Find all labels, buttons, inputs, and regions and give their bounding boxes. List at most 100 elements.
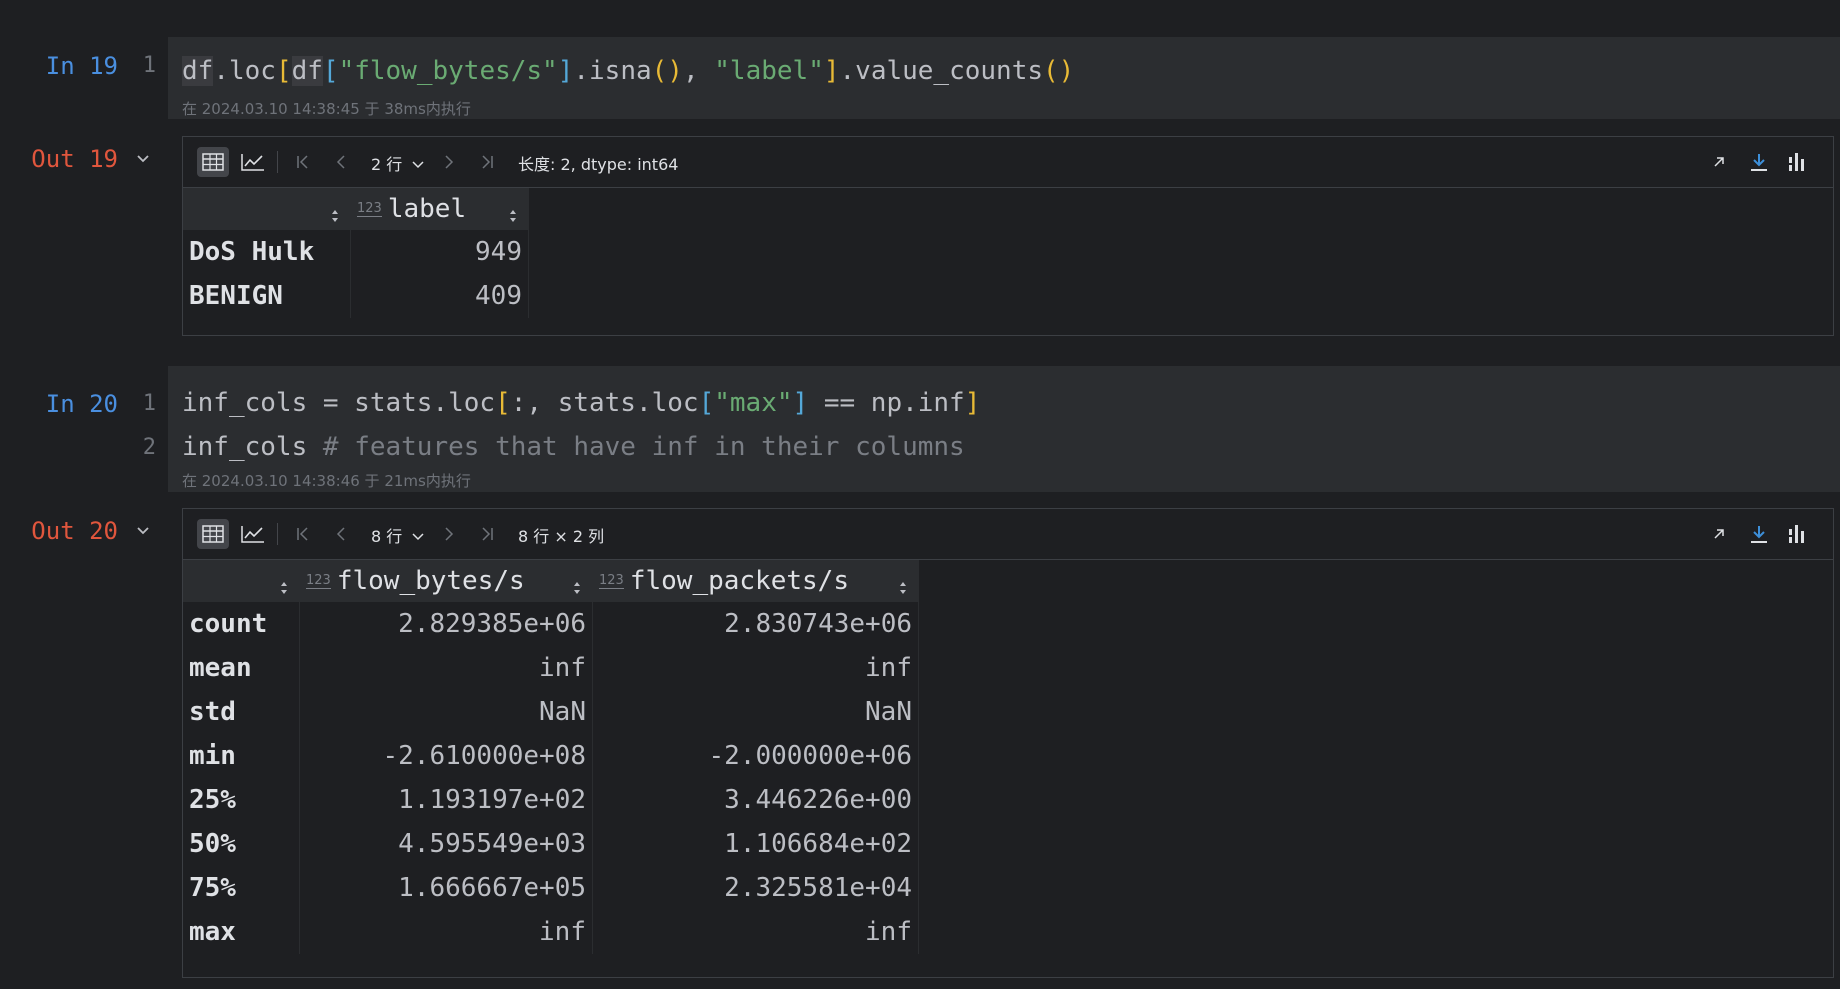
code-token: # features that have inf in their column… <box>322 432 965 462</box>
sort-icon[interactable] <box>279 573 289 594</box>
open-external-icon[interactable] <box>1703 147 1735 177</box>
code-line[interactable]: df.loc[df["flow_bytes/s"].isna(), "label… <box>182 56 1074 86</box>
table-cell[interactable]: 3.446226e+00 <box>592 778 919 822</box>
sort-icon[interactable] <box>508 201 518 222</box>
first-page-icon[interactable] <box>287 147 319 177</box>
table-cell[interactable]: inf <box>299 910 593 954</box>
code-token: ] <box>792 388 809 418</box>
table-row[interactable]: BENIGN 409 <box>183 274 529 318</box>
table-cell[interactable]: 1.666667e+05 <box>299 866 593 910</box>
row-index-label: count <box>183 602 300 646</box>
index-column-header[interactable] <box>183 560 300 602</box>
table-row[interactable]: std NaN NaN <box>183 690 919 734</box>
code-token: () <box>651 56 683 86</box>
out-prompt: Out 20 <box>31 517 118 545</box>
code-token: , <box>682 56 715 86</box>
result-info: 长度: 2, dtype: int64 <box>518 155 679 174</box>
sort-icon[interactable] <box>572 573 582 594</box>
table-cell[interactable]: NaN <box>299 690 593 734</box>
table-row[interactable]: count 2.829385e+06 2.830743e+06 <box>183 602 919 646</box>
row-index-label: DoS Hulk <box>183 230 351 274</box>
column-header[interactable]: 123 label <box>350 188 529 230</box>
table-cell[interactable]: 2.830743e+06 <box>592 602 919 646</box>
toolbar-separator <box>277 151 278 173</box>
column-settings-icon[interactable] <box>1781 147 1813 177</box>
table-cell[interactable]: 949 <box>350 230 529 274</box>
table-cell[interactable]: 2.325581e+04 <box>592 866 919 910</box>
chart-line-icon[interactable] <box>237 147 269 177</box>
code-token: inf_cols <box>182 432 323 462</box>
next-page-icon[interactable] <box>433 519 465 549</box>
table-icon[interactable] <box>197 147 229 177</box>
code-token: [ <box>495 388 511 418</box>
last-page-icon[interactable] <box>471 147 503 177</box>
result-info: 8 行 × 2 列 <box>518 527 605 546</box>
code-token: ] <box>557 56 574 86</box>
table-cell[interactable]: NaN <box>592 690 919 734</box>
rows-per-page-dropdown[interactable]: 2 行 <box>371 151 425 175</box>
code-token: inf_cols = stats.loc <box>182 388 496 418</box>
prev-page-icon[interactable] <box>325 147 357 177</box>
table-cell[interactable]: 4.595549e+03 <box>299 822 593 866</box>
code-cell-20[interactable]: inf_cols = stats.loc[:, stats.loc["max"]… <box>168 366 1840 492</box>
table-row[interactable]: 25% 1.193197e+02 3.446226e+00 <box>183 778 919 822</box>
column-settings-icon[interactable] <box>1781 519 1813 549</box>
first-page-icon[interactable] <box>287 519 319 549</box>
table-row[interactable]: 50% 4.595549e+03 1.106684e+02 <box>183 822 919 866</box>
download-icon[interactable] <box>1743 147 1775 177</box>
open-external-icon[interactable] <box>1703 519 1735 549</box>
line-number: 2 <box>142 435 156 460</box>
table-cell[interactable]: 1.193197e+02 <box>299 778 593 822</box>
table-row[interactable]: mean inf inf <box>183 646 919 690</box>
column-header-label: flow_bytes/s <box>336 566 525 596</box>
rows-per-page-label: 8 行 <box>371 527 403 546</box>
table-row[interactable]: min -2.610000e+08 -2.000000e+06 <box>183 734 919 778</box>
output-toolbar: 2 行 长度: 2, dtype: int64 <box>183 137 1833 188</box>
row-index-label: std <box>183 690 300 734</box>
collapse-chevron-icon[interactable] <box>134 522 152 540</box>
column-header[interactable]: 123 flow_bytes/s <box>299 560 593 602</box>
prev-page-icon[interactable] <box>325 519 357 549</box>
table-icon[interactable] <box>197 519 229 549</box>
code-cell-19[interactable]: df.loc[df["flow_bytes/s"].isna(), "label… <box>168 37 1840 119</box>
code-token: .isna <box>573 56 652 86</box>
collapse-chevron-icon[interactable] <box>134 150 152 168</box>
line-number: 1 <box>142 391 156 416</box>
last-page-icon[interactable] <box>471 519 503 549</box>
row-index-label: 75% <box>183 866 300 910</box>
row-index-label: 25% <box>183 778 300 822</box>
rows-per-page-label: 2 行 <box>371 155 403 174</box>
table-cell[interactable]: -2.610000e+08 <box>299 734 593 778</box>
table-cell[interactable]: inf <box>592 646 919 690</box>
row-index-label: 50% <box>183 822 300 866</box>
code-token: df <box>291 56 323 86</box>
row-index-label: max <box>183 910 300 954</box>
table-cell[interactable]: 1.106684e+02 <box>592 822 919 866</box>
table-row[interactable]: 75% 1.666667e+05 2.325581e+04 <box>183 866 919 910</box>
code-token: [ <box>275 56 292 86</box>
table-row[interactable]: max inf inf <box>183 910 919 954</box>
rows-per-page-dropdown[interactable]: 8 行 <box>371 523 425 547</box>
download-icon[interactable] <box>1743 519 1775 549</box>
code-token: .loc <box>213 56 276 86</box>
code-line[interactable]: inf_cols = stats.loc[:, stats.loc["max"]… <box>182 388 980 418</box>
code-token: :, stats.loc <box>510 388 699 418</box>
chart-line-icon[interactable] <box>237 519 269 549</box>
next-page-icon[interactable] <box>433 147 465 177</box>
table-cell[interactable]: inf <box>592 910 919 954</box>
sort-icon[interactable] <box>898 573 908 594</box>
toolbar-separator <box>277 523 278 545</box>
sort-icon[interactable] <box>330 201 340 222</box>
row-index-label: min <box>183 734 300 778</box>
index-column-header[interactable] <box>183 188 351 230</box>
code-line[interactable]: inf_cols # features that have inf in the… <box>182 432 965 462</box>
column-header[interactable]: 123 flow_packets/s <box>592 560 919 602</box>
table-cell[interactable]: 2.829385e+06 <box>299 602 593 646</box>
dataframe-table: 123 flow_bytes/s 123 flow_packets/s count 2.8… <box>183 560 919 954</box>
table-row[interactable]: DoS Hulk 949 <box>183 230 529 274</box>
table-cell[interactable]: 409 <box>350 274 529 318</box>
chevron-down-icon <box>412 161 424 169</box>
table-cell[interactable]: inf <box>299 646 593 690</box>
code-token: df <box>182 56 214 86</box>
table-cell[interactable]: -2.000000e+06 <box>592 734 919 778</box>
